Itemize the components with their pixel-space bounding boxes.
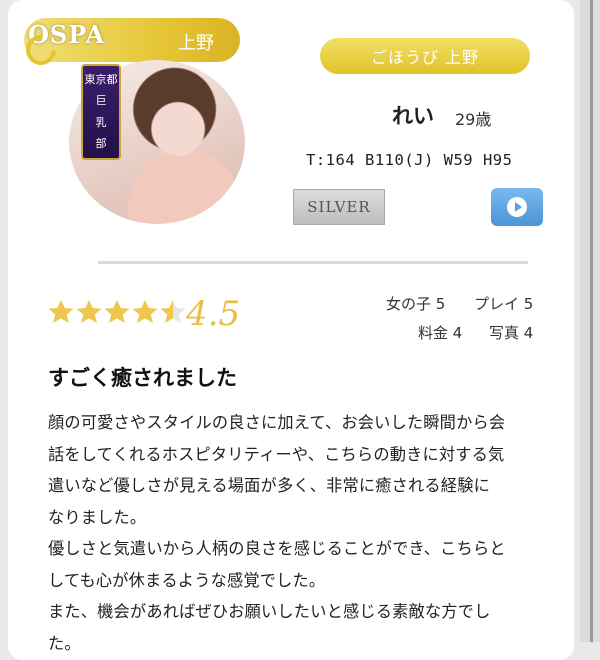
background-border (590, 0, 593, 642)
girl-measurements: T:164 B110(J) W59 H95 (306, 151, 513, 169)
rank-badge: 東京都 巨 乳 部 (81, 64, 121, 160)
star-rating (47, 298, 187, 330)
video-button[interactable] (491, 188, 543, 226)
review-line: なりました。 (48, 507, 147, 527)
rating-score: 4.5 (186, 294, 241, 334)
girl-age: 29歳 (455, 110, 492, 129)
badge-line: 東京都 (84, 72, 118, 86)
subscore-play: プレイ 5 (474, 295, 534, 313)
star-icon (76, 300, 102, 323)
badge-line: 乳 (95, 115, 107, 129)
section-divider (98, 261, 528, 264)
badge-line: 巨 (95, 94, 107, 108)
star-half-icon (160, 300, 186, 323)
subscore-photo: 写真 4 (489, 324, 534, 342)
review-line: 優しさと気遣いから人柄の良さを感じることができ、こちらと (48, 539, 506, 558)
store-name-pill[interactable]: ごほうび 上野 (320, 38, 530, 74)
badge-line: 部 (95, 137, 107, 151)
star-icon (48, 300, 74, 323)
review-line: 遣いなど優しさが見える場面が多く、非常に癒される経験に (48, 476, 490, 495)
review-body: 顔の可愛さやスタイルの良さに加えて、お会いした瞬間から会 話をしてくれるホスピタ… (48, 407, 568, 659)
subscore-price: 料金 4 (418, 324, 463, 342)
review-line: 顔の可愛さやスタイルの良さに加えて、お会いした瞬間から会 (48, 413, 506, 432)
girl-name: れい (392, 104, 434, 128)
review-line: 話をしてくれるホスピタリティーや、こちらの動きに対する気 (48, 444, 505, 464)
review-line: た。 (48, 633, 81, 653)
star-icon (132, 300, 158, 323)
play-icon (507, 197, 527, 217)
shop-area: 上野 (178, 33, 214, 54)
review-line: しても心が休まるような感覚でした。 (48, 570, 326, 590)
review-line: また、機会があればぜひお願いしたいと感じる素敵な方でし (48, 602, 491, 621)
subscore-girl: 女の子 5 (386, 295, 446, 313)
rank-label: SILVER (293, 189, 385, 225)
star-icon (104, 300, 130, 323)
review-title: すごく癒されました (48, 366, 237, 390)
